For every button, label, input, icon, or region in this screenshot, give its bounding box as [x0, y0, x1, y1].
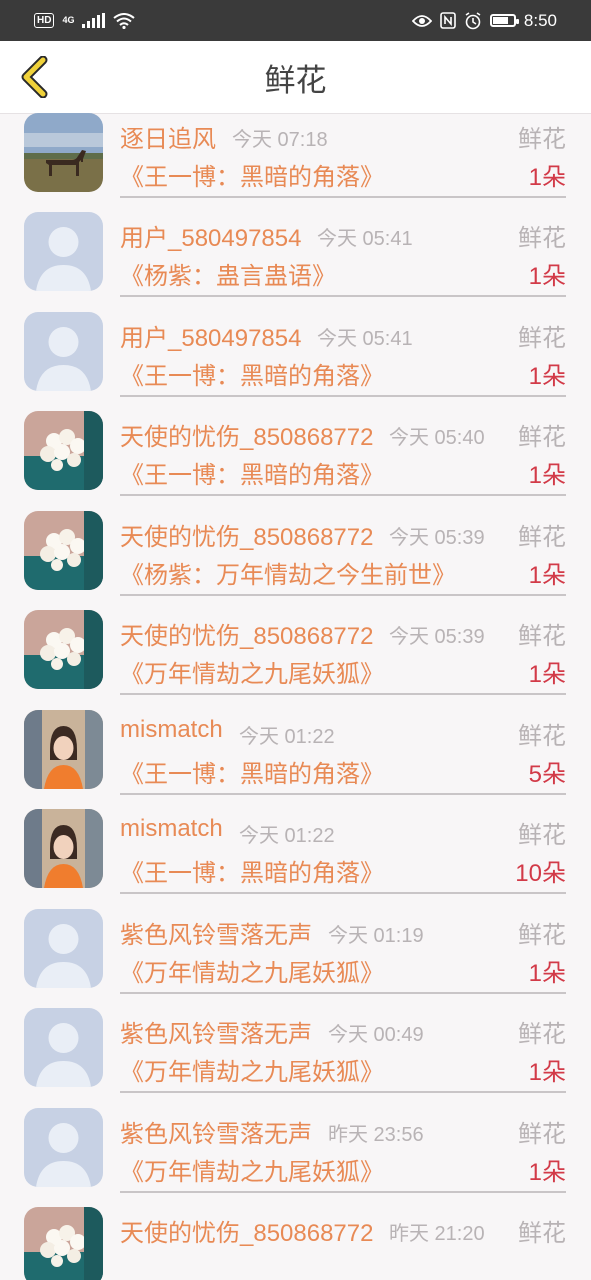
sender-name[interactable]: 天使的忧伤_850868772 — [120, 517, 373, 552]
network-type-label: 4G — [62, 15, 75, 25]
back-button[interactable] — [12, 53, 56, 101]
list-item[interactable]: 紫色风铃雪落无声 昨天 23:56 鲜花 《万年情劫之九尾妖狐》 1朵 — [0, 1073, 591, 1193]
eye-icon — [411, 14, 432, 27]
sender-name[interactable]: 天使的忧伤_850868772 — [120, 616, 373, 651]
hd-icon: HD — [34, 13, 55, 28]
wifi-icon — [113, 12, 136, 29]
chevron-left-icon — [21, 56, 48, 98]
sender-name[interactable]: 天使的忧伤_850868772 — [120, 1213, 373, 1248]
sender-name[interactable]: 紫色风铃雪落无声 — [120, 915, 312, 950]
list-item[interactable]: 用户_580497854 今天 05:41 鲜花 《王一博：黑暗的角落》 1朵 — [0, 277, 591, 397]
sender-name[interactable]: 逐日追风 — [120, 119, 216, 154]
gift-type-label: 鲜花 — [518, 1219, 566, 1247]
list-item[interactable]: 逐日追风 今天 07:18 鲜花 《王一博：黑暗的角落》 1朵 — [0, 113, 591, 198]
send-time: 今天 05:41 — [317, 228, 413, 250]
sender-name[interactable]: 紫色风铃雪落无声 — [120, 1114, 312, 1149]
status-bar: HD 4G 8:50 — [0, 0, 591, 41]
gift-type-label: 鲜花 — [518, 1020, 566, 1048]
gift-type-label: 鲜花 — [518, 920, 566, 949]
avatar[interactable] — [24, 1207, 103, 1280]
send-time: 今天 05:40 — [389, 427, 485, 449]
send-time: 今天 01:19 — [328, 924, 424, 947]
list-item[interactable]: 天使的忧伤_850868772 今天 05:39 鲜花 《杨紫：万年情劫之今生前世》 1… — [0, 476, 591, 596]
list-item[interactable]: mismatch 今天 01:22 鲜花 《王一博：黑暗的角落》 10朵 — [0, 774, 591, 894]
gift-type-label: 鲜花 — [518, 124, 566, 153]
send-time: 今天 05:41 — [317, 327, 413, 350]
status-time: 8:50 — [523, 10, 557, 30]
gift-type-label: 鲜花 — [518, 721, 566, 750]
status-left: HD 4G — [34, 12, 136, 29]
status-right: 8:50 — [411, 10, 557, 31]
send-time: 昨天 23:56 — [328, 1123, 424, 1146]
gift-type-label: 鲜花 — [518, 1119, 566, 1148]
send-time: 今天 07:18 — [232, 128, 328, 151]
gift-type-label: 鲜花 — [518, 224, 566, 252]
gift-type-label: 鲜花 — [518, 423, 566, 451]
sender-name[interactable]: 用户_580497854 — [120, 218, 301, 253]
nfc-icon — [440, 12, 456, 29]
list-item[interactable]: 天使的忧伤_850868772 今天 05:39 鲜花 《万年情劫之九尾妖狐》 1朵 — [0, 575, 591, 695]
gift-type-label: 鲜花 — [518, 821, 566, 849]
list-item[interactable]: 紫色风铃雪落无声 今天 01:19 鲜花 《万年情劫之九尾妖狐》 1朵 — [0, 874, 591, 994]
sender-name[interactable]: 用户_580497854 — [120, 318, 301, 353]
send-time: 今天 01:22 — [239, 725, 335, 748]
sender-name[interactable]: mismatch — [120, 716, 223, 744]
signal-icon — [82, 13, 106, 28]
gift-type-label: 鲜花 — [518, 622, 566, 650]
list-item[interactable]: 用户_580497854 今天 05:41 鲜花 《杨紫：蛊言蛊语》 1朵 — [0, 177, 591, 297]
list-item[interactable]: 紫色风铃雪落无声 今天 00:49 鲜花 《万年情劫之九尾妖狐》 1朵 — [0, 973, 591, 1093]
send-time: 昨天 21:20 — [389, 1223, 485, 1245]
alarm-icon — [465, 11, 481, 29]
sender-name[interactable]: 天使的忧伤_850868772 — [120, 417, 373, 452]
list-item[interactable]: 天使的忧伤_850868772 昨天 21:20 鲜花 — [0, 1172, 591, 1280]
gift-record-list[interactable]: 《万年情劫之九尾妖狐》1朵逐日追风今天 07:18鲜花《王一博：黑暗的角落》1朵… — [0, 113, 591, 1280]
send-time: 今天 05:39 — [389, 526, 485, 549]
send-time: 今天 05:39 — [389, 626, 485, 648]
top-app-bar: 鲜花 — [0, 41, 591, 114]
send-time: 今天 01:22 — [239, 825, 335, 847]
send-time: 今天 00:49 — [328, 1024, 424, 1046]
gift-type-label: 鲜花 — [518, 323, 566, 352]
list-item[interactable]: mismatch 今天 01:22 鲜花 《王一博：黑暗的角落》 5朵 — [0, 675, 591, 795]
sender-name[interactable]: mismatch — [120, 815, 223, 843]
battery-icon — [489, 14, 519, 27]
gift-type-label: 鲜花 — [518, 522, 566, 551]
sender-name[interactable]: 紫色风铃雪落无声 — [120, 1014, 312, 1049]
list-item[interactable]: 天使的忧伤_850868772 今天 05:40 鲜花 《王一博：黑暗的角落》 1朵 — [0, 376, 591, 496]
page-title: 鲜花 — [264, 62, 327, 99]
